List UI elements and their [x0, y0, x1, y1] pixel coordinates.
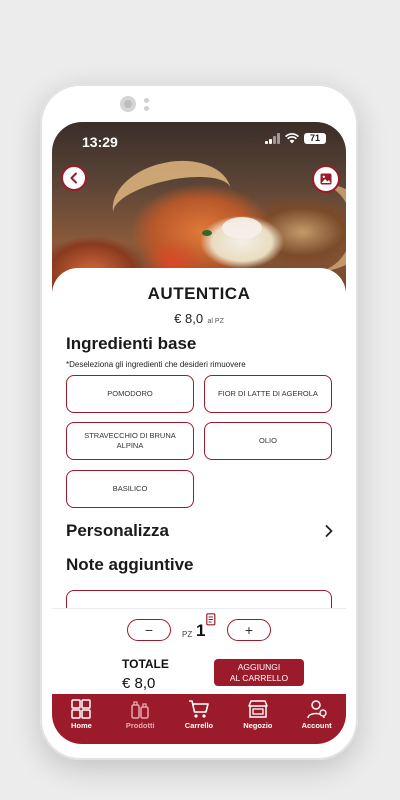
products-icon — [131, 701, 149, 719]
status-bar: 13:29 71 — [52, 122, 346, 152]
ingredient-label: POMODORO — [107, 388, 153, 398]
back-button[interactable] — [61, 165, 87, 191]
signal-icon — [265, 133, 280, 144]
ingredient-chip[interactable]: OLIO — [204, 422, 332, 460]
product-name: AUTENTICA — [147, 284, 251, 303]
price-unit: al PZ — [207, 318, 224, 325]
battery-icon: 71 — [304, 133, 326, 144]
plus-icon: + — [244, 622, 254, 638]
bottom-nav: Home Prodotti Carrello Negozio Account — [52, 694, 346, 744]
nav-item-account[interactable]: Account — [289, 699, 345, 730]
ingredients-title: Ingredienti base — [66, 334, 197, 353]
nav-item-cart[interactable]: Carrello — [171, 699, 227, 730]
ingredient-label: STRAVECCHIO DI BRUNA ALPINA — [84, 430, 176, 450]
customize-label: Personalizza — [66, 521, 169, 540]
store-icon — [248, 700, 268, 718]
ingredient-chip[interactable]: FIOR DI LATTE DI AGEROLA — [204, 375, 332, 413]
nav-label: Negozio — [243, 721, 273, 730]
account-icon — [306, 700, 327, 719]
add-to-cart-line2: AL CARRELLO — [229, 672, 289, 683]
phone-camera — [120, 96, 136, 112]
nav-item-products[interactable]: Prodotti — [112, 699, 168, 730]
nav-label: Prodotti — [125, 721, 155, 730]
note-edit-icon[interactable] — [206, 613, 217, 626]
ingredient-label: FIOR DI LATTE DI AGEROLA — [218, 388, 318, 398]
cart-icon — [188, 700, 209, 718]
quantity-unit: PZ — [182, 630, 193, 639]
chevron-right-icon[interactable] — [324, 524, 334, 538]
ingredients-hint: *Deseleziona gli ingredienti che desider… — [66, 360, 246, 369]
price-value: € 8,0 — [174, 311, 204, 326]
nav-label: Home — [70, 721, 92, 730]
gallery-button[interactable] — [312, 165, 340, 193]
total-value: € 8,0 — [122, 675, 156, 692]
app-screen: 13:29 71 AUTENTICA € 8,0 al PZ Ingredien… — [52, 122, 346, 744]
total-label: TOTALE — [122, 657, 169, 671]
add-to-cart-button[interactable]: AGGIUNGI AL CARRELLO — [214, 659, 304, 686]
add-to-cart-line1: AGGIUNGI — [237, 661, 281, 672]
customize-row[interactable]: Personalizza — [66, 521, 169, 541]
product-price: € 8,0 al PZ — [52, 310, 346, 328]
phone-frame: 13:29 71 AUTENTICA € 8,0 al PZ Ingredien… — [40, 84, 358, 760]
notes-title: Note aggiuntive — [66, 555, 194, 574]
quantity-value: 1 — [196, 621, 206, 640]
nav-item-store[interactable]: Negozio — [230, 699, 286, 730]
phone-sensor — [144, 98, 149, 112]
status-time: 13:29 — [82, 134, 118, 150]
image-icon — [320, 173, 332, 185]
chevron-left-icon — [70, 172, 77, 184]
notes-field[interactable] — [66, 590, 332, 608]
home-grid-icon — [71, 699, 92, 719]
decrease-quantity-button[interactable]: − — [127, 619, 171, 641]
minus-icon: − — [144, 622, 154, 638]
ingredient-chip[interactable]: STRAVECCHIO DI BRUNA ALPINA — [66, 422, 194, 460]
ingredient-label: OLIO — [259, 435, 277, 445]
ingredient-chip[interactable]: POMODORO — [66, 375, 194, 413]
nav-label: Carrello — [184, 721, 214, 730]
cart-action-area: − PZ 1 + TOTALE € 8,0 AGGIUNGI AL CARREL… — [52, 608, 346, 695]
increase-quantity-button[interactable]: + — [227, 619, 271, 641]
nav-label: Account — [301, 721, 332, 730]
nav-item-home[interactable]: Home — [53, 699, 109, 730]
product-sheet: AUTENTICA € 8,0 al PZ Ingredienti base *… — [52, 268, 346, 608]
ingredient-label: BASILICO — [112, 483, 148, 493]
ingredient-chip[interactable]: BASILICO — [66, 470, 194, 508]
wifi-icon — [285, 133, 299, 144]
